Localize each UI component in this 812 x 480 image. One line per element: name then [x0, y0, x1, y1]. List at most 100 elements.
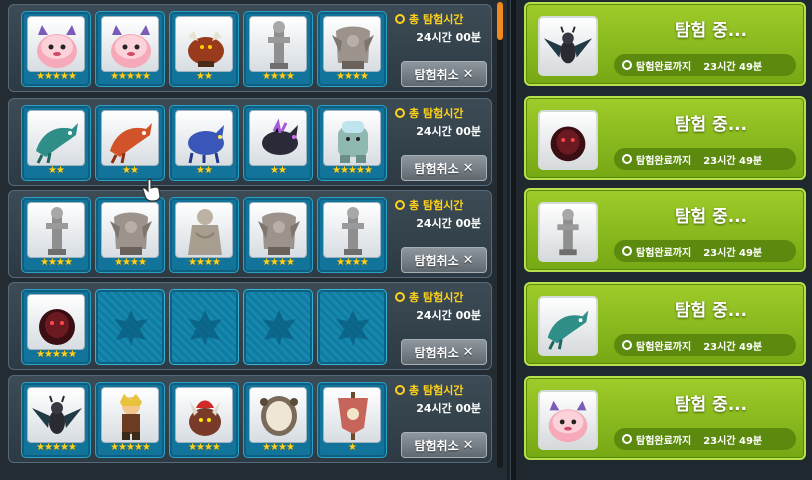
- star-rating: ★★★★★: [36, 71, 77, 82]
- star-rating: ★★★★★: [110, 71, 151, 82]
- clock-icon: [622, 340, 632, 350]
- expedition-team-row: ★★★★★ 총 탐험시간 24시간 00분 탐험취소 ✕: [8, 282, 492, 370]
- expedition-status-card[interactable]: 탐험 중... 탐험완료까지 23시간 49분: [524, 2, 806, 86]
- total-time-label: 총 탐험시간: [409, 384, 464, 397]
- ice-golem-icon: [323, 110, 381, 166]
- total-time-value: 24시간 00분: [416, 402, 481, 415]
- member-slot[interactable]: ★★★★: [243, 197, 313, 273]
- completion-timer: 탐험완료까지 23시간 49분: [614, 240, 796, 262]
- pink-blob-monster-icon: [101, 16, 159, 72]
- close-icon: ✕: [462, 344, 474, 360]
- stone-statue-icon: [249, 16, 307, 72]
- expedition-status-card[interactable]: 탐험 중... 탐험완료까지 23시간 49분: [524, 376, 806, 460]
- star-rating: ★★: [48, 165, 65, 176]
- cancel-expedition-button[interactable]: 탐험취소 ✕: [401, 339, 487, 365]
- member-slot[interactable]: ★★★★: [21, 197, 91, 273]
- close-icon: ✕: [462, 252, 474, 268]
- star-rating: ★★★★★: [36, 349, 77, 360]
- member-slot[interactable]: ★★★★★: [21, 289, 91, 365]
- clock-icon: [395, 385, 405, 395]
- expedition-status-card[interactable]: 탐험 중... 탐험완료까지 23시간 49분: [524, 188, 806, 272]
- member-slot[interactable]: ★★★★★: [21, 11, 91, 87]
- timer-label: 탐험완료까지: [636, 435, 692, 447]
- clock-icon: [622, 60, 632, 70]
- empty-member-slot[interactable]: [169, 289, 239, 365]
- expedition-team-row: ★★★★★ ★★★★★ ★★★★ ★★★★ ★ 총 탐험시간 24시간 00분 탐험취소 ✕: [8, 375, 492, 463]
- star-rating: ★★★★★: [110, 442, 151, 453]
- star-rating: ★: [348, 442, 357, 453]
- status-title: 탐험 중...: [674, 115, 748, 135]
- member-slot[interactable]: ★★: [243, 105, 313, 181]
- dark-wolf-icon: [249, 110, 307, 166]
- close-icon: ✕: [462, 66, 474, 82]
- star-rating: ★★★★★: [332, 165, 373, 176]
- hand-cursor-icon: [142, 178, 161, 202]
- clock-icon: [622, 154, 632, 164]
- star-rating: ★★: [196, 71, 213, 82]
- banner-totem-icon: [323, 387, 381, 443]
- expedition-time-info: 총 탐험시간 24시간 00분탐험취소 ✕: [393, 380, 489, 460]
- member-slot[interactable]: ★★: [95, 105, 165, 181]
- clock-icon: [395, 200, 405, 210]
- member-slot[interactable]: ★★★★★: [95, 11, 165, 87]
- expedition-team-row: ★★★★ ★★★★ ★★★★ ★★★★ ★★★★ 총 탐험시간 24시간 00분탐험취소✕: [8, 190, 492, 278]
- total-time-label: 총 탐험시간: [409, 13, 464, 26]
- expedition-time-info: 총 탐험시간 24시간 00분탐험취소 ✕: [393, 195, 489, 275]
- teal-dragon-icon: [27, 110, 85, 166]
- member-slot[interactable]: ★★★★: [243, 382, 313, 458]
- timer-label: 탐험완료까지: [636, 247, 692, 259]
- completion-timer: 탐험완료까지 23시간 49분: [614, 54, 796, 76]
- member-slot[interactable]: ★★★★: [317, 11, 387, 87]
- blue-wolf-icon: [175, 110, 233, 166]
- stone-statue-icon: [538, 202, 598, 262]
- expedition-team-row: ★★★★★★★★★★★★★★★★★★★★총 탐험시간24시간 00분탐험취소✕: [8, 4, 492, 92]
- member-slot[interactable]: ★: [317, 382, 387, 458]
- empty-member-slot[interactable]: [317, 289, 387, 365]
- scrollbar[interactable]: [497, 2, 503, 468]
- star-rating: ★★★★: [336, 71, 369, 82]
- member-slot[interactable]: ★★★★: [169, 382, 239, 458]
- timer-remaining: 23시간 49분: [703, 155, 763, 167]
- cancel-button-label: 탐험취소: [414, 438, 459, 453]
- star-rating: ★★: [122, 165, 139, 176]
- star-rating: ★★★★: [188, 442, 221, 453]
- total-time-value: 24시간 00분: [416, 217, 481, 230]
- star-rating: ★★★★: [188, 257, 221, 268]
- clock-icon: [622, 246, 632, 256]
- member-slot[interactable]: ★★★★: [169, 197, 239, 273]
- completion-timer: 탐험완료까지 23시간 49분: [614, 428, 796, 450]
- member-slot[interactable]: ★★: [169, 11, 239, 87]
- empty-member-slot[interactable]: [95, 289, 165, 365]
- member-slot[interactable]: ★★★★: [243, 11, 313, 87]
- expedition-status-card[interactable]: 탐험 중... 탐험완료까지 23시간 49분: [524, 282, 806, 366]
- star-rating: ★★★★: [336, 257, 369, 268]
- member-slot[interactable]: ★★★★★: [21, 382, 91, 458]
- member-slot[interactable]: ★★: [169, 105, 239, 181]
- cancel-expedition-button[interactable]: 탐험취소 ✕: [401, 155, 487, 181]
- stone-statue-icon: [27, 202, 85, 258]
- stone-statue-icon: [323, 202, 381, 258]
- member-slot[interactable]: ★★★★: [95, 197, 165, 273]
- clock-icon: [395, 292, 405, 302]
- member-slot[interactable]: ★★★★★: [317, 105, 387, 181]
- member-slot[interactable]: ★★★★: [317, 197, 387, 273]
- empty-member-slot[interactable]: [243, 289, 313, 365]
- total-time-value: 24시간 00분: [416, 125, 481, 138]
- cancel-expedition-button[interactable]: 탐험취소 ✕: [401, 247, 487, 273]
- expedition-time-info: 총 탐험시간 24시간 00분탐험취소 ✕: [393, 9, 489, 89]
- member-slot[interactable]: ★★★★★: [95, 382, 165, 458]
- total-time-value: 24시간 00분: [416, 31, 481, 44]
- total-time-label: 총 탐험시간: [409, 107, 464, 120]
- cancel-expedition-button[interactable]: 탐험취소 ✕: [401, 432, 487, 458]
- stone-mirror-icon: [249, 387, 307, 443]
- star-rating: ★★: [270, 165, 287, 176]
- expedition-status-card[interactable]: 탐험 중... 탐험완료까지 23시간 49분: [524, 96, 806, 180]
- red-bull-monster-icon: [175, 16, 233, 72]
- cancel-expedition-button[interactable]: 탐험취소 ✕: [401, 61, 487, 87]
- total-time-label: 총 탐험시간: [409, 199, 464, 212]
- star-rating: ★★★★: [40, 257, 73, 268]
- member-slot[interactable]: ★★: [21, 105, 91, 181]
- scrollbar-thumb[interactable]: [497, 2, 503, 40]
- status-title: 탐험 중...: [674, 207, 748, 227]
- expedition-team-list: ★★★★★ ★★★★★ ★★ ★★★★ ★★★★ 총 탐험시간 24시간 00분 탐험취소 ✕ ★…: [0, 0, 507, 480]
